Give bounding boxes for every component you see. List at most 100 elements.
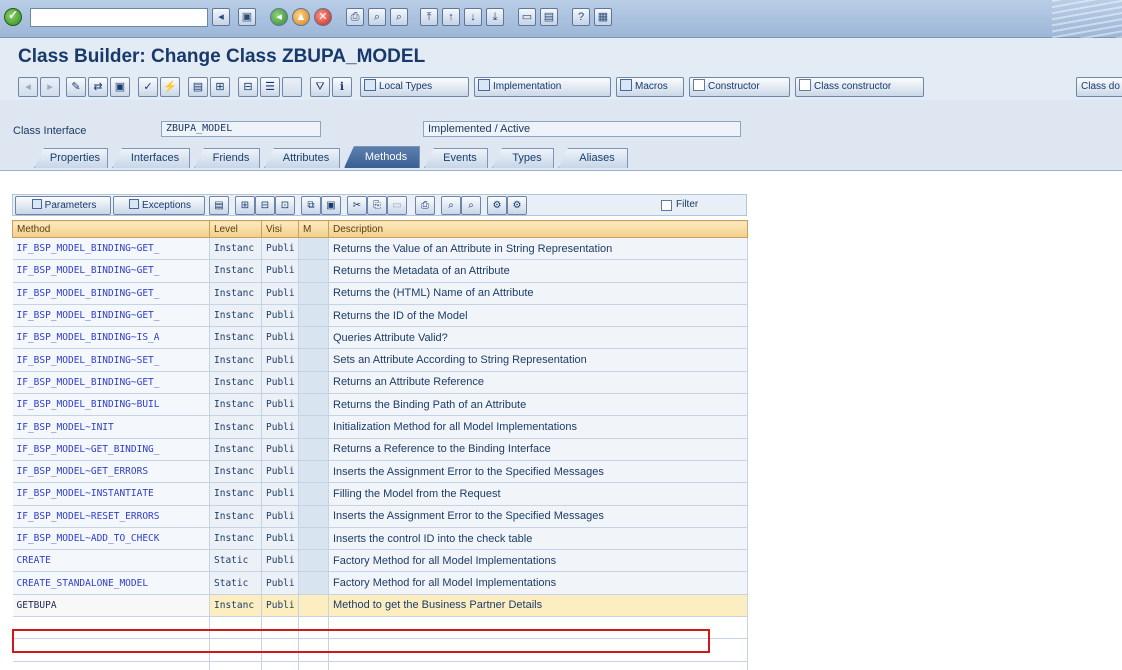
tab-friends[interactable]: Friends [194, 148, 260, 168]
method-cell[interactable]: IF_BSP_MODEL~ADD_TO_CHECK [12, 527, 210, 551]
class-documentation-button[interactable]: Class do [1076, 77, 1122, 97]
previous-object-icon[interactable]: ◂ [18, 77, 38, 97]
method-cell[interactable]: IF_BSP_MODEL_BINDING~GET_ [12, 371, 210, 395]
description-cell[interactable]: Inserts the Assignment Error to the Spec… [328, 460, 748, 484]
visibility-cell[interactable]: Publi [261, 549, 299, 573]
method-cell[interactable]: IF_BSP_MODEL~INIT [12, 415, 210, 439]
table-row[interactable]: IF_BSP_MODEL_BINDING~GET_ Instanc Publi Ret… [12, 259, 748, 283]
level-cell[interactable]: Instanc [209, 482, 262, 506]
command-field[interactable] [30, 8, 208, 27]
parameters-button[interactable]: Parameters [15, 196, 111, 215]
empty-row[interactable] [12, 638, 748, 662]
back-icon[interactable]: ◂ [270, 8, 288, 26]
m-cell[interactable] [298, 460, 329, 484]
hierarchy-icon[interactable]: ⊟ [238, 77, 258, 97]
m-cell[interactable] [298, 527, 329, 551]
empty-cell[interactable] [209, 638, 262, 662]
empty-cell[interactable] [298, 638, 329, 662]
visibility-cell[interactable]: Publi [261, 371, 299, 395]
visibility-cell[interactable]: Publi [261, 237, 299, 261]
find-icon[interactable]: ⌕ [441, 196, 461, 215]
description-cell[interactable]: Returns the Metadata of an Attribute [328, 259, 748, 283]
last-page-icon[interactable]: ⤓ [486, 8, 504, 26]
display-object-list-icon[interactable]: ☰ [260, 77, 280, 97]
m-cell[interactable] [298, 371, 329, 395]
tab-attributes[interactable]: Attributes [264, 148, 340, 168]
level-cell[interactable]: Instanc [209, 438, 262, 461]
next-object-icon[interactable]: ▸ [40, 77, 60, 97]
description-cell[interactable]: Returns the Binding Path of an Attribute [328, 393, 748, 417]
object-list-icon[interactable]: ⊞ [210, 77, 230, 97]
filter-checkbox[interactable] [661, 200, 672, 211]
description-cell[interactable]: Returns a Reference to the Binding Inter… [328, 438, 748, 461]
level-cell[interactable]: Static [209, 571, 262, 595]
visibility-cell[interactable]: Publi [261, 326, 299, 350]
m-cell[interactable] [298, 259, 329, 283]
table-row[interactable]: CREATE_STANDALONE_MODEL Static Publi Factor… [12, 571, 748, 595]
m-cell[interactable] [298, 482, 329, 506]
visibility-cell[interactable]: Publi [261, 438, 299, 461]
print-icon[interactable]: ⎙ [346, 8, 364, 26]
method-cell[interactable]: IF_BSP_MODEL~RESET_ERRORS [12, 505, 210, 528]
empty-cell[interactable] [328, 661, 748, 670]
empty-cell[interactable] [209, 661, 262, 670]
table-row[interactable]: IF_BSP_MODEL~RESET_ERRORS Instanc Publi Ins… [12, 505, 748, 528]
empty-cell[interactable] [12, 638, 210, 662]
description-cell[interactable]: Filling the Model from the Request [328, 482, 748, 506]
empty-row[interactable] [12, 661, 748, 670]
shortcut-icon[interactable]: ▤ [540, 8, 558, 26]
level-cell[interactable]: Instanc [209, 326, 262, 350]
visibility-cell[interactable]: Publi [261, 393, 299, 417]
level-cell[interactable]: Instanc [209, 460, 262, 484]
visibility-cell[interactable]: Publi [261, 348, 299, 372]
m-cell[interactable] [298, 594, 329, 618]
implementation-button[interactable]: Implementation [474, 77, 611, 97]
table-row[interactable]: IF_BSP_MODEL_BINDING~IS_A Instanc Publi Que… [12, 326, 748, 350]
empty-cell[interactable] [328, 616, 748, 640]
level-cell[interactable]: Instanc [209, 505, 262, 528]
description-cell[interactable]: Returns the (HTML) Name of an Attribute [328, 282, 748, 305]
level-cell[interactable]: Instanc [209, 594, 262, 618]
table-row[interactable]: IF_BSP_MODEL_BINDING~GET_ Instanc Publi Ret… [12, 304, 748, 328]
m-cell[interactable] [298, 237, 329, 261]
paste-row-icon[interactable]: ▣ [321, 196, 341, 215]
description-cell[interactable]: Factory Method for all Model Implementat… [328, 571, 748, 595]
copy-icon[interactable]: ⎘ [367, 196, 387, 215]
table-row[interactable]: IF_BSP_MODEL_BINDING~SET_ Instanc Publi Set… [12, 348, 748, 372]
empty-cell[interactable] [261, 638, 299, 662]
level-cell[interactable]: Instanc [209, 259, 262, 283]
method-cell[interactable]: IF_BSP_MODEL~GET_BINDING_ [12, 438, 210, 461]
visibility-cell[interactable]: Publi [261, 415, 299, 439]
customize-layout-icon[interactable]: ▦ [594, 8, 612, 26]
description-cell[interactable]: Inserts the Assignment Error to the Spec… [328, 505, 748, 528]
method-cell[interactable]: IF_BSP_MODEL_BINDING~GET_ [12, 282, 210, 305]
class-constructor-button[interactable]: Class constructor [795, 77, 924, 97]
level-cell[interactable]: Instanc [209, 415, 262, 439]
m-cell[interactable] [298, 438, 329, 461]
local-types-button[interactable]: Local Types [360, 77, 469, 97]
method-cell[interactable]: IF_BSP_MODEL_BINDING~BUIL [12, 393, 210, 417]
column-header-description[interactable]: Description [328, 220, 748, 238]
delete-row-icon[interactable]: ⊟ [255, 196, 275, 215]
m-cell[interactable] [298, 348, 329, 372]
cancel-icon[interactable]: ✕ [314, 8, 332, 26]
level-cell[interactable]: Instanc [209, 371, 262, 395]
table-row[interactable]: IF_BSP_MODEL~INSTANTIATE Instanc Publi Fill… [12, 482, 748, 506]
method-cell[interactable]: IF_BSP_MODEL~GET_ERRORS [12, 460, 210, 484]
exit-icon[interactable]: ▲ [292, 8, 310, 26]
table-row[interactable]: IF_BSP_MODEL~GET_BINDING_ Instanc Publi Ret… [12, 438, 748, 461]
macros-button[interactable]: Macros [616, 77, 684, 97]
scroll-icon[interactable]: ◂ [212, 8, 230, 26]
visibility-cell[interactable]: Publi [261, 460, 299, 484]
copy-row-icon[interactable]: ⧉ [301, 196, 321, 215]
visibility-cell[interactable]: Publi [261, 259, 299, 283]
table-row[interactable]: IF_BSP_MODEL~ADD_TO_CHECK Instanc Publi Ins… [12, 527, 748, 551]
description-cell[interactable]: Queries Attribute Valid? [328, 326, 748, 350]
empty-cell[interactable] [298, 661, 329, 670]
paste-icon[interactable]: ▭ [387, 196, 407, 215]
table-row[interactable]: IF_BSP_MODEL_BINDING~BUIL Instanc Publi Ret… [12, 393, 748, 417]
method-cell[interactable]: CREATE [12, 549, 210, 573]
find-next-icon[interactable]: ⌕ [390, 8, 408, 26]
method-cell[interactable]: IF_BSP_MODEL_BINDING~GET_ [12, 259, 210, 283]
print-list-icon[interactable]: ⎙ [415, 196, 435, 215]
